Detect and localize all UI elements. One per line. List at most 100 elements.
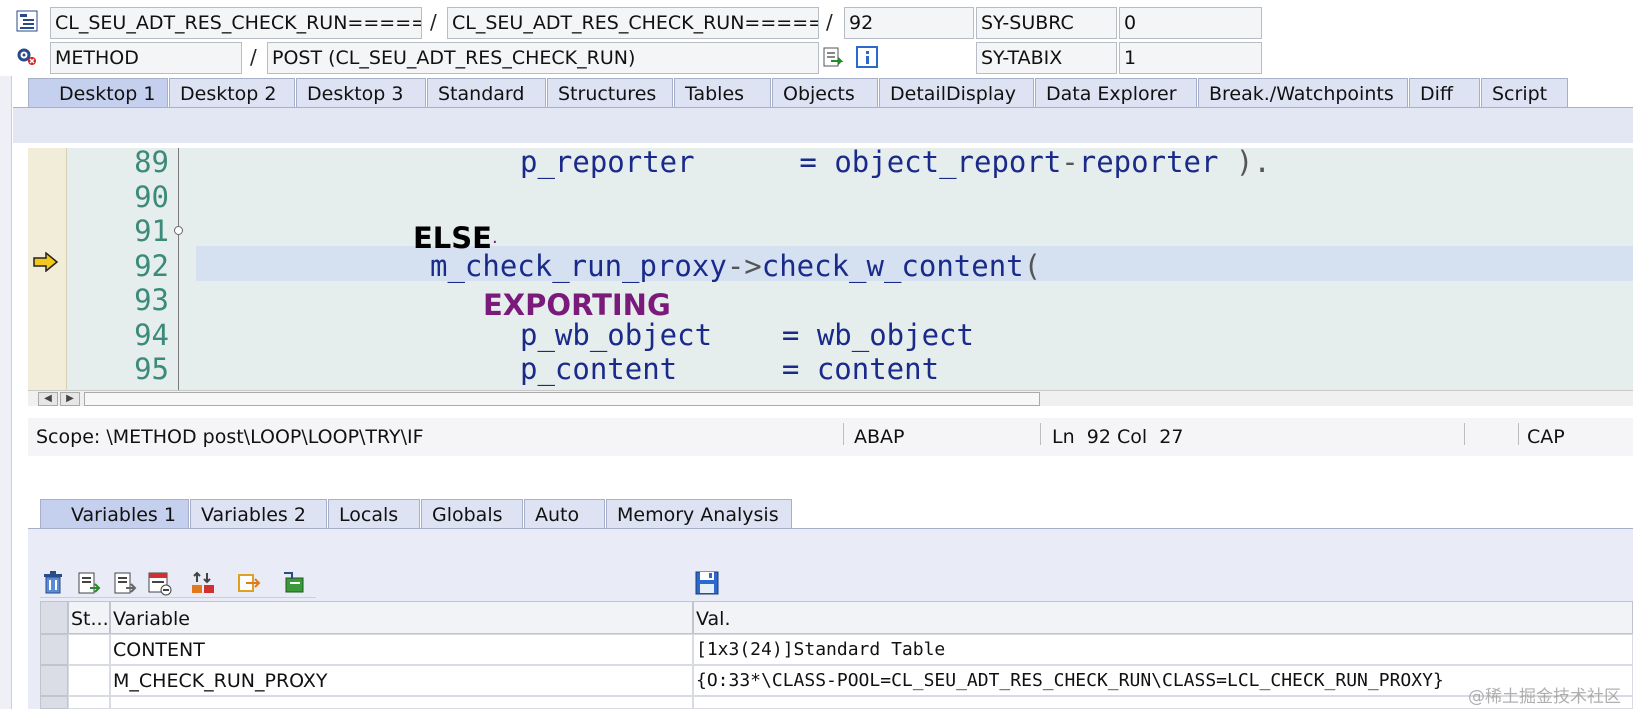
tab-detail-display[interactable]: DetailDisplay [879,78,1034,108]
event-type-field[interactable]: METHOD [50,42,242,74]
col-value: 27 [1159,426,1184,448]
fold-line [178,148,179,406]
caps-indicator: CAP [1527,426,1565,448]
line-number: 95 [134,352,169,386]
desktop-tabstrip: Desktop 1 Desktop 2 Desktop 3 Standard S… [0,78,1633,108]
tab-desktop-3[interactable]: Desktop 3 [296,78,426,108]
code-token: -> [726,249,762,283]
table-cell-value[interactable]: [1x3(24)]Standard Table [693,634,1633,665]
source-code-editor[interactable]: 89 90 91 92 93 94 95 p_reporter = object… [28,148,1633,406]
table-cell-status [68,634,110,665]
separator: / [430,10,437,34]
row-selector-header[interactable] [40,601,68,634]
sysvar-name-field-1[interactable]: SY-SUBRC [976,7,1117,39]
breakpoint-gutter[interactable] [28,148,67,406]
line-number: 91 [134,214,169,248]
copy-row-icon[interactable] [112,570,138,596]
table-cell-variable[interactable]: M_CHECK_RUN_PROXY [110,665,693,696]
code-line-92: m_check_run_proxy->check_w_content( [430,249,1041,283]
code-token: object_report [834,148,1062,179]
line-number-field[interactable]: 92 [844,7,974,39]
sysvar-name-field-2[interactable]: SY-TABIX [976,42,1117,74]
tab-desktop-2[interactable]: Desktop 2 [169,78,295,108]
method-settings-icon[interactable] [16,46,38,72]
delete-icon[interactable] [40,570,66,596]
current-statement-arrow-icon [33,251,59,276]
table-cell-variable[interactable] [110,696,693,709]
code-token: reporter [1078,148,1219,179]
table-cell-variable[interactable]: CONTENT [110,634,693,665]
code-line-94: p_wb_object = wb_object [520,318,974,352]
move-up-down-icon[interactable] [190,570,216,596]
code-token: ( [1023,249,1042,283]
tab-objects[interactable]: Objects [772,78,878,108]
tab-desktop-1[interactable]: Desktop 1 [28,78,168,108]
debugger-header: CL_SEU_ADT_RES_CHECK_RUN=====… / CL_SEU_… [0,0,1633,76]
row-selector[interactable] [40,696,68,709]
scope-text: Scope: \METHOD post\LOOP\LOOP\TRY\IF [36,426,424,448]
code-token: = [799,148,817,179]
remove-row-icon[interactable] [146,570,172,596]
navigate-icon[interactable] [236,570,262,596]
line-number: 92 [134,249,169,283]
ln-value: 92 [1086,426,1111,448]
code-token: wb_object [816,318,974,352]
program-field[interactable]: CL_SEU_ADT_RES_CHECK_RUN=====… [50,7,422,39]
line-number: 89 [134,148,169,179]
save-icon[interactable] [694,570,720,596]
code-line-93: EXPORTING [483,288,671,322]
tab-script[interactable]: Script [1481,78,1568,108]
insert-row-icon[interactable] [76,570,102,596]
tab-auto[interactable]: Auto [524,499,605,529]
tab-memory-analysis[interactable]: Memory Analysis [606,499,792,529]
tab-content-band [13,107,1633,143]
program-structure-icon[interactable] [16,10,38,36]
table-cell-status [68,696,110,709]
divider [1464,423,1465,445]
sysvar-value-field-2[interactable]: 1 [1119,42,1262,74]
column-header-value[interactable]: Val. [693,601,1633,634]
navigate-icon[interactable] [822,46,844,72]
ln-label: Ln [1052,426,1075,448]
code-token: ). [1218,148,1271,179]
variables-tabstrip: Variables 1 Variables 2 Locals Globals A… [0,499,1633,529]
code-token: p_reporter [520,148,695,179]
divider [1518,423,1519,445]
tab-breakpoints[interactable]: Break./Watchpoints [1198,78,1408,108]
divider [843,423,844,445]
column-header-variable[interactable]: Variable [110,601,693,634]
col-label: Col [1116,426,1148,448]
tab-diff[interactable]: Diff [1409,78,1480,108]
tab-variables-1[interactable]: Variables 1 [40,499,189,529]
line-number: 94 [134,318,169,352]
tab-data-explorer[interactable]: Data Explorer [1035,78,1197,108]
scroll-left-button[interactable]: ◀ [38,392,58,406]
row-selector[interactable] [40,634,68,665]
divider [1040,423,1041,445]
tab-locals[interactable]: Locals [328,499,420,529]
horizontal-scrollbar[interactable]: ◀ ▶ [28,390,1633,406]
left-frame [0,76,12,709]
tab-tables[interactable]: Tables [674,78,771,108]
code-token: m_check_run_proxy [430,249,727,283]
fold-marker-icon[interactable] [174,226,183,235]
tab-globals[interactable]: Globals [421,499,523,529]
row-selector[interactable] [40,665,68,696]
sysvar-value-field-1[interactable]: 0 [1119,7,1262,39]
scroll-right-button[interactable]: ▶ [60,392,80,406]
code-token: - [1061,148,1079,179]
event-field[interactable]: POST (CL_SEU_ADT_RES_CHECK_RUN) [267,42,819,74]
details-icon[interactable] [282,570,308,596]
line-number: 90 [134,180,169,214]
include-field[interactable]: CL_SEU_ADT_RES_CHECK_RUN=====… [447,7,819,39]
column-header-status[interactable]: St... [68,601,110,634]
tab-structures[interactable]: Structures [547,78,673,108]
tab-standard[interactable]: Standard [427,78,546,108]
code-token: = [781,318,800,352]
code-token: p_content [520,352,678,386]
scroll-thumb[interactable] [84,392,1040,406]
info-icon[interactable] [856,46,878,72]
code-line-89: p_reporter = object_report-reporter ). [520,148,1271,179]
table-cell-status [68,665,110,696]
tab-variables-2[interactable]: Variables 2 [190,499,327,529]
